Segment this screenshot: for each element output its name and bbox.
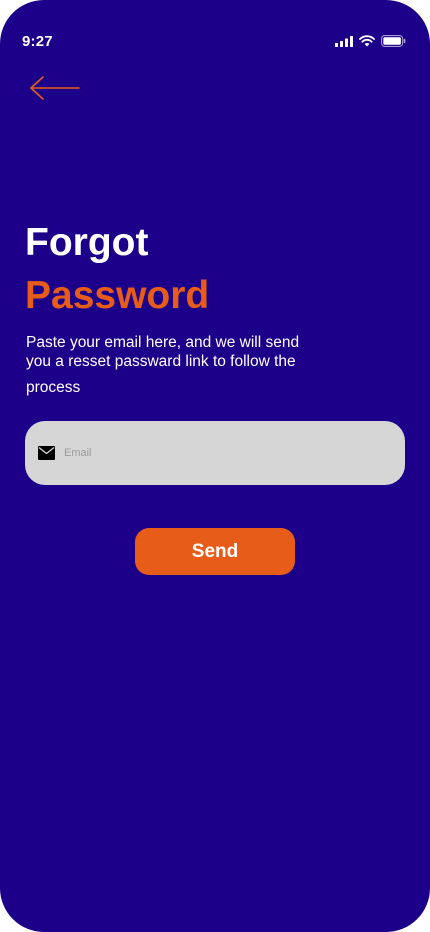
wifi-icon bbox=[359, 35, 375, 47]
page-title-password: Password bbox=[25, 274, 210, 317]
description-line-2: you a resset passward link to follow the bbox=[26, 352, 296, 370]
status-icons bbox=[335, 35, 406, 47]
arrow-left-icon bbox=[30, 76, 80, 100]
status-bar: 9:27 bbox=[0, 0, 430, 60]
send-button[interactable]: Send bbox=[135, 528, 295, 575]
status-time: 9:27 bbox=[22, 33, 53, 50]
phone-screen: 9:27 Forgot Password Paste your email he… bbox=[0, 0, 430, 932]
email-field[interactable] bbox=[25, 421, 405, 485]
description-text: Paste your email here, and we will send … bbox=[26, 334, 326, 398]
battery-icon bbox=[381, 35, 406, 47]
signal-icon bbox=[335, 35, 353, 47]
mail-icon bbox=[38, 446, 55, 460]
page-title-forgot: Forgot bbox=[25, 221, 149, 264]
description-line-3: process bbox=[26, 379, 81, 396]
back-button[interactable] bbox=[28, 74, 82, 102]
email-input[interactable] bbox=[64, 447, 364, 459]
description-line-1: Paste your email here, and we will send bbox=[26, 334, 300, 351]
